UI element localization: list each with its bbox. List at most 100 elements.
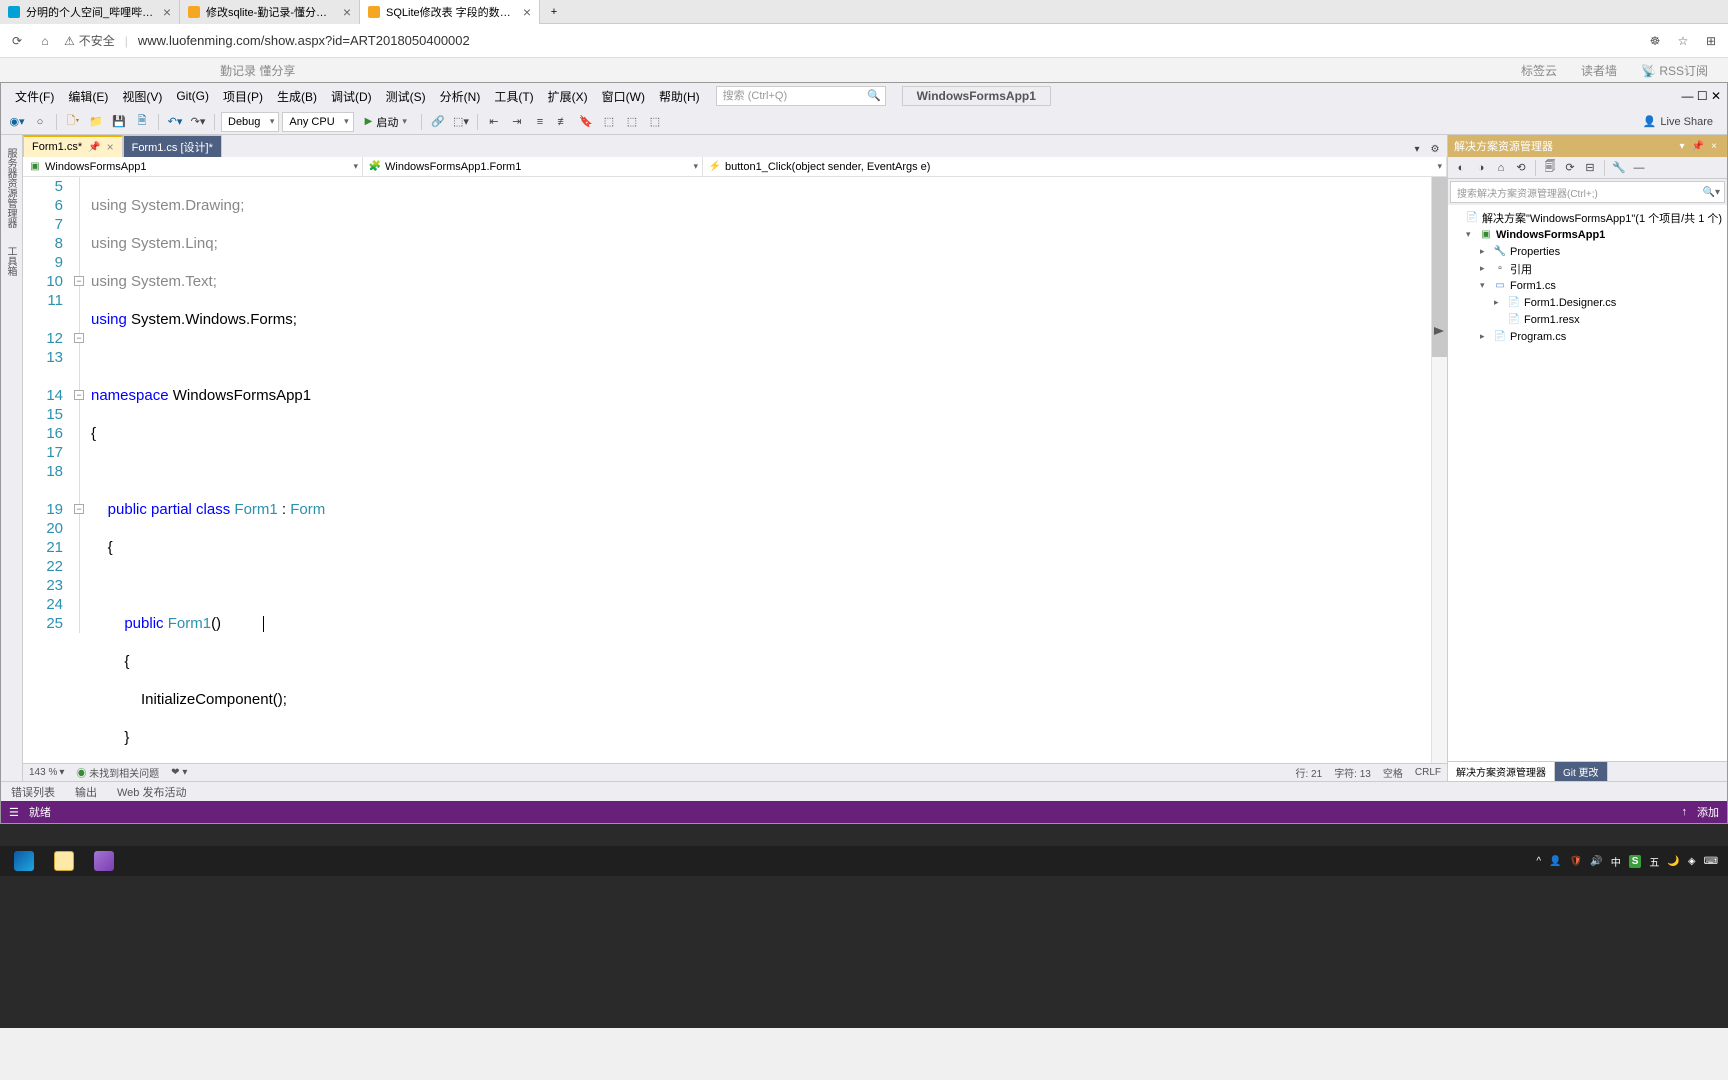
close-button[interactable]: ✕ [1711,89,1721,103]
indent-dec-icon[interactable]: ⇤ [484,112,504,132]
tray-lang-icon[interactable]: 中 [1611,854,1621,869]
menu-git[interactable]: Git(G) [170,86,215,106]
tool-icon[interactable]: ⬚ [599,112,619,132]
toolbox-tab[interactable]: 工具箱 [1,237,22,285]
fwd-icon[interactable]: ◑ [1472,159,1490,177]
doc-tab-form1-design[interactable]: Form1.cs [设计]* [123,135,222,157]
panel-pin-icon[interactable]: 📌 [1691,141,1705,152]
tool-icon-3[interactable]: ⬚ [645,112,665,132]
comment-icon[interactable]: ≡ [530,112,550,132]
minimize-button[interactable]: — [1681,89,1693,103]
cursor-col[interactable]: 字符: 13 [1334,765,1371,780]
refresh-icon[interactable]: ⟳ [8,32,26,50]
undo-icon[interactable]: ↶▾ [165,112,185,132]
bookmark-icon[interactable]: 🔖 [576,112,596,132]
menu-edit[interactable]: 编辑(E) [62,85,114,108]
show-all-icon[interactable]: 🗐 [1541,159,1559,177]
tree-references[interactable]: ▸▫ 引用 [1448,260,1727,277]
preview-icon[interactable]: — [1630,159,1648,177]
fold-toggle[interactable]: − [74,276,84,286]
fold-toggle[interactable]: − [74,504,84,514]
cursor-line[interactable]: 行: 21 [1296,765,1323,780]
panel-close-icon[interactable]: × [1707,141,1721,152]
taskbar-edge[interactable] [4,846,44,876]
nav-member-combo[interactable]: ⚡ button1_Click(object sender, EventArgs… [703,157,1447,176]
tray-shield-icon[interactable]: 🛡 [1570,856,1583,867]
tray-kb-icon[interactable]: ⌨ [1704,856,1718,867]
tray-user-icon[interactable]: 👤 [1549,856,1561,867]
properties-icon[interactable]: 🔧 [1610,159,1628,177]
save-icon[interactable]: 💾 [109,112,129,132]
nav-fwd-icon[interactable]: ○ [30,112,50,132]
solution-search-input[interactable]: 搜索解决方案资源管理器(Ctrl+;)🔍▾ [1450,181,1725,203]
server-explorer-tab[interactable]: 服务器资源管理器 [1,139,22,237]
close-icon[interactable]: × [523,4,531,20]
nav-rss[interactable]: 📡 RSS订阅 [1641,62,1708,79]
menu-help[interactable]: 帮助(H) [653,85,706,108]
tab-settings-icon[interactable]: ⚙ [1427,141,1443,157]
new-project-icon[interactable]: 🗋▾ [63,112,83,132]
menu-build[interactable]: 生成(B) [271,85,323,108]
status-add[interactable]: 添加 [1697,804,1719,820]
close-icon[interactable]: × [343,4,351,20]
health-icon[interactable]: ❤ ▾ [171,767,187,778]
tree-program-cs[interactable]: ▸📄 Program.cs [1448,328,1727,345]
menu-test[interactable]: 测试(S) [380,85,432,108]
favorites-icon[interactable]: ☆ [1674,32,1692,50]
collapse-icon[interactable]: ⊟ [1581,159,1599,177]
browser-tab-1[interactable]: 修改sqlite-勤记录-懂分享-罗分明 × [180,0,360,24]
fold-toggle[interactable]: − [74,333,84,343]
uncomment-icon[interactable]: ≢ [553,112,573,132]
open-icon[interactable]: 📁 [86,112,106,132]
tab-overflow-icon[interactable]: ▾ [1409,141,1425,157]
indent-mode[interactable]: 空格 [1383,765,1403,780]
menu-view[interactable]: 视图(V) [116,85,168,108]
menu-project[interactable]: 项目(P) [217,85,269,108]
liveshare-button[interactable]: 👤Live Share [1635,115,1721,128]
tab-git-changes[interactable]: Git 更改 [1555,762,1608,781]
menu-file[interactable]: 文件(F) [9,85,60,108]
home-icon[interactable]: ⌂ [1492,159,1510,177]
tree-form1-designer[interactable]: ▸📄 Form1.Designer.cs [1448,294,1727,311]
project-selector[interactable]: WindowsFormsApp1 [902,86,1051,106]
start-button[interactable]: ▶启动▾ [357,112,415,132]
platform-combo[interactable]: Any CPU [282,112,353,132]
menu-window[interactable]: 窗口(W) [596,85,651,108]
maximize-button[interactable]: ☐ [1697,89,1708,103]
attach-icon[interactable]: 🔗 [428,112,448,132]
pin-icon[interactable]: 📌 [88,142,100,153]
vertical-scrollbar[interactable] [1431,177,1447,763]
save-all-icon[interactable]: 🗎 [132,112,152,132]
code-editor[interactable]: 5678910111213141516171819202122232425 − … [23,177,1447,763]
tree-form1-cs[interactable]: ▾▭ Form1.cs [1448,277,1727,294]
menu-extensions[interactable]: 扩展(X) [542,85,594,108]
tool-icon-2[interactable]: ⬚ [622,112,642,132]
doc-tab-form1-cs[interactable]: Form1.cs* 📌 × [23,135,123,157]
tree-properties[interactable]: ▸🔧 Properties [1448,243,1727,260]
status-icon[interactable]: ☰ [9,806,19,819]
menu-analyze[interactable]: 分析(N) [434,85,487,108]
collections-icon[interactable]: ⊞ [1702,32,1720,50]
refresh-icon[interactable]: ⟳ [1561,159,1579,177]
taskbar-explorer[interactable] [44,846,84,876]
nav-class-combo[interactable]: 🧩 WindowsFormsApp1.Form1 [363,157,703,176]
fold-toggle[interactable]: − [74,390,84,400]
nav-readers[interactable]: 读者墙 [1581,62,1617,79]
back-icon[interactable]: ◐ [1452,159,1470,177]
tab-web-publish[interactable]: Web 发布活动 [107,782,196,801]
tree-solution-root[interactable]: 📄 解决方案"WindowsFormsApp1"(1 个项目/共 1 个) [1448,209,1727,226]
nav-assembly-combo[interactable]: ▣ WindowsFormsApp1 [23,157,363,176]
issues-indicator[interactable]: ◉ 未找到相关问题 [76,765,159,780]
security-indicator[interactable]: ⚠ 不安全 [64,32,115,49]
tray-sound-icon[interactable]: 🔊 [1590,856,1602,867]
vs-search-input[interactable]: 搜索 (Ctrl+Q)🔍 [716,86,886,106]
tab-output[interactable]: 输出 [65,782,107,801]
tray-chevron-icon[interactable]: ^ [1536,856,1541,867]
zoom-control[interactable]: 143 % ▾ [29,767,64,778]
step-icon[interactable]: ⬚▾ [451,112,471,132]
panel-menu-icon[interactable]: ▾ [1675,141,1689,152]
tab-solution-explorer[interactable]: 解决方案资源管理器 [1448,762,1555,781]
tray-net-icon[interactable]: ◈ [1688,856,1696,867]
status-up-icon[interactable]: ↑ [1682,806,1688,818]
close-icon[interactable]: × [107,140,114,154]
